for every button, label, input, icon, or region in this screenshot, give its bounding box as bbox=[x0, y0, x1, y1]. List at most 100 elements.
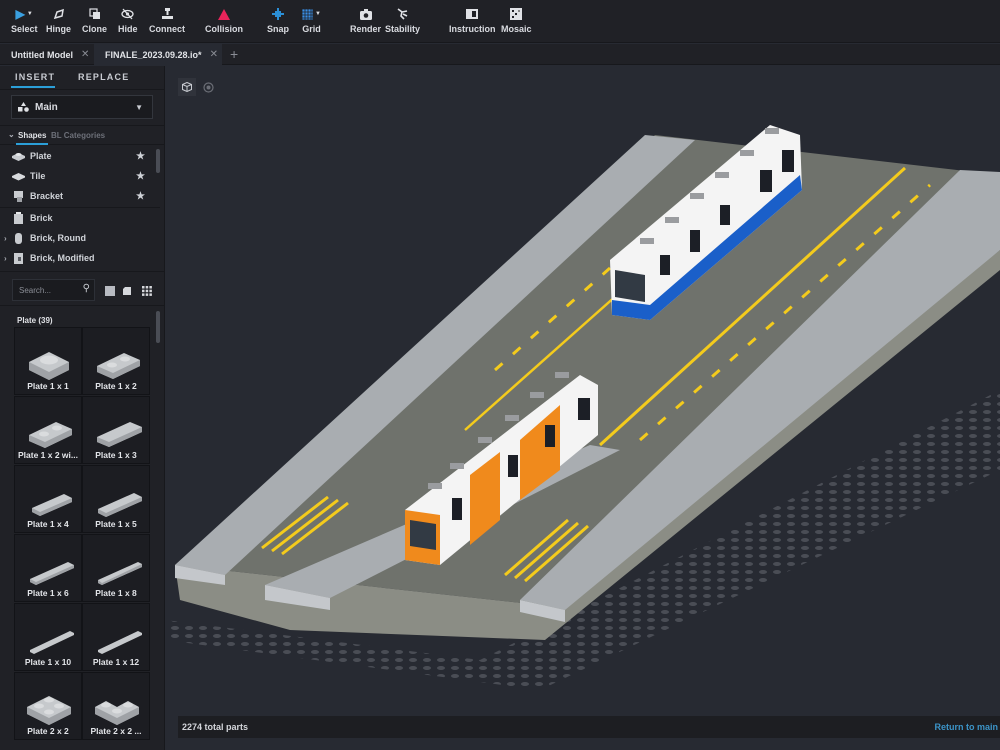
part-search-row: Search... ⚲ bbox=[0, 271, 164, 306]
part-tile[interactable]: Plate 1 x 4 bbox=[14, 465, 82, 533]
shape-label: Brick, Round bbox=[30, 233, 87, 243]
hinge-label: Hinge bbox=[46, 24, 72, 34]
shape-item-brick[interactable]: Brick bbox=[0, 208, 155, 228]
clone-label: Clone bbox=[82, 24, 108, 34]
shape-label: Brick, Modified bbox=[30, 253, 95, 263]
mosaic-label: Mosaic bbox=[501, 24, 532, 34]
hinge-icon bbox=[53, 8, 64, 20]
render-tool-button[interactable]: Render bbox=[350, 6, 381, 34]
chevron-right-icon[interactable]: › bbox=[4, 234, 7, 243]
part-thumbnail-icon bbox=[30, 631, 74, 654]
shape-list-scrollbar[interactable] bbox=[156, 149, 160, 173]
snap-icon bbox=[272, 8, 284, 20]
instruction-label: Instruction bbox=[449, 24, 496, 34]
shape-category-list: Plate ★ Tile ★ Bracket ★ Brick › Brick, … bbox=[0, 146, 164, 271]
chevron-down-icon[interactable]: ▼ bbox=[315, 11, 321, 17]
tab-label: FINALE_2023.09.28.io* bbox=[105, 49, 202, 60]
tab-insert[interactable]: INSERT bbox=[15, 72, 55, 82]
shape-item-plate[interactable]: Plate ★ bbox=[0, 146, 155, 166]
part-tile[interactable]: Plate 1 x 1 bbox=[14, 327, 82, 395]
star-icon[interactable]: ★ bbox=[136, 151, 145, 162]
connect-tool-button[interactable]: Connect bbox=[149, 6, 185, 34]
tab-finale[interactable]: FINALE_2023.09.28.io* ✕ bbox=[94, 44, 222, 65]
grid-label: Grid bbox=[302, 24, 321, 34]
parts-grid-scrollbar[interactable] bbox=[156, 311, 160, 343]
shape-label: Plate bbox=[30, 151, 52, 161]
part-thumbnail-icon bbox=[98, 562, 142, 585]
part-label: Plate 2 x 2 bbox=[27, 726, 69, 736]
tab-shapes[interactable]: Shapes bbox=[18, 131, 46, 140]
part-label: Plate 2 x 2 ... bbox=[90, 726, 142, 736]
add-tab-icon[interactable]: + bbox=[230, 46, 238, 62]
part-tile[interactable]: Plate 2 x 2 ... bbox=[82, 672, 150, 740]
collision-label: Collision bbox=[205, 24, 243, 34]
view-3d-icon[interactable] bbox=[122, 286, 132, 296]
part-tile[interactable]: Plate 1 x 3 bbox=[82, 396, 150, 464]
close-icon[interactable]: ✕ bbox=[81, 49, 89, 60]
plate-icon bbox=[12, 153, 25, 161]
return-to-main-link[interactable]: Return to main bbox=[934, 722, 998, 732]
document-tabs: Untitled Model ✕ FINALE_2023.09.28.io* ✕… bbox=[0, 44, 1000, 65]
eye-slash-icon bbox=[121, 8, 134, 20]
chevron-down-icon[interactable]: ⌄ bbox=[8, 130, 15, 139]
grid-icon bbox=[302, 8, 313, 20]
part-tile[interactable]: Plate 1 x 6 bbox=[14, 534, 82, 602]
palette-dropdown[interactable]: Main ▼ bbox=[11, 95, 153, 119]
part-tile[interactable]: Plate 1 x 8 bbox=[82, 534, 150, 602]
parts-palette-sidebar: INSERT REPLACE Main ▼ ⌄ Shapes BL Catego… bbox=[0, 66, 165, 750]
active-tab-indicator bbox=[11, 86, 55, 88]
shape-item-tile[interactable]: Tile ★ bbox=[0, 166, 155, 186]
close-icon[interactable]: ✕ bbox=[210, 49, 218, 60]
hide-label: Hide bbox=[118, 24, 138, 34]
snap-tool-button[interactable]: Snap bbox=[267, 6, 289, 34]
shape-item-bracket[interactable]: Bracket ★ bbox=[0, 186, 155, 206]
tab-replace[interactable]: REPLACE bbox=[78, 72, 129, 82]
warning-triangle-icon bbox=[218, 8, 230, 20]
view-grid-icon[interactable] bbox=[142, 286, 152, 296]
tab-untitled-model[interactable]: Untitled Model ✕ bbox=[0, 44, 92, 65]
chevron-down-icon: ▼ bbox=[135, 102, 143, 112]
stability-tool-button[interactable]: Stability bbox=[385, 6, 420, 34]
part-label: Plate 1 x 1 bbox=[27, 381, 69, 391]
part-label: Plate 1 x 2 wi... bbox=[17, 450, 78, 460]
search-placeholder: Search... bbox=[19, 285, 52, 295]
select-tool-button[interactable]: ▶ ▼ Select bbox=[11, 6, 38, 34]
part-search-input[interactable]: Search... ⚲ bbox=[12, 279, 95, 301]
palette-dropdown-value: Main bbox=[35, 101, 58, 113]
part-tile[interactable]: Plate 2 x 2 bbox=[14, 672, 82, 740]
hinge-tool-button[interactable]: Hinge bbox=[46, 6, 71, 34]
part-tile[interactable]: Plate 1 x 10 bbox=[14, 603, 82, 671]
part-tile[interactable]: Plate 1 x 2 wi... bbox=[14, 396, 82, 464]
chevron-right-icon[interactable]: › bbox=[4, 254, 7, 263]
clone-tool-button[interactable]: Clone bbox=[82, 6, 107, 34]
grid-tool-button[interactable]: ▼ Grid bbox=[302, 6, 321, 34]
star-icon[interactable]: ★ bbox=[136, 171, 145, 182]
part-thumbnail-icon bbox=[29, 352, 69, 380]
shape-item-brick-modified[interactable]: › Brick, Modified bbox=[0, 248, 155, 268]
part-tile[interactable]: Plate 1 x 12 bbox=[82, 603, 150, 671]
tab-bl-categories[interactable]: BL Categories bbox=[51, 131, 105, 140]
part-tile[interactable]: Plate 1 x 5 bbox=[82, 465, 150, 533]
lego-station-model[interactable] bbox=[166, 66, 1000, 750]
part-thumbnail-icon bbox=[98, 493, 142, 517]
instruction-tool-button[interactable]: Instruction bbox=[449, 6, 496, 34]
mode-tabs: INSERT REPLACE bbox=[0, 66, 164, 90]
hide-tool-button[interactable]: Hide bbox=[118, 6, 138, 34]
shape-item-brick-round[interactable]: › Brick, Round bbox=[0, 228, 155, 248]
3d-viewport[interactable] bbox=[166, 66, 1000, 750]
main-toolbar: ▶ ▼ Select Hinge Clone Hide Connect Colli… bbox=[0, 0, 1000, 43]
mosaic-tool-button[interactable]: Mosaic bbox=[501, 6, 532, 34]
part-label: Plate 1 x 6 bbox=[27, 588, 69, 598]
chevron-down-icon[interactable]: ▼ bbox=[27, 11, 33, 17]
star-icon[interactable]: ★ bbox=[136, 191, 145, 202]
round-brick-icon bbox=[15, 233, 22, 244]
part-label: Plate 1 x 5 bbox=[95, 519, 137, 529]
search-icon[interactable]: ⚲ bbox=[83, 283, 90, 294]
collision-tool-button[interactable]: Collision bbox=[205, 6, 243, 34]
part-tile[interactable]: Plate 1 x 2 bbox=[82, 327, 150, 395]
mosaic-icon bbox=[510, 8, 523, 20]
view-large-icon[interactable] bbox=[105, 286, 115, 296]
render-label: Render bbox=[350, 24, 382, 34]
stability-icon bbox=[397, 8, 407, 20]
part-thumbnail-icon bbox=[95, 701, 139, 725]
